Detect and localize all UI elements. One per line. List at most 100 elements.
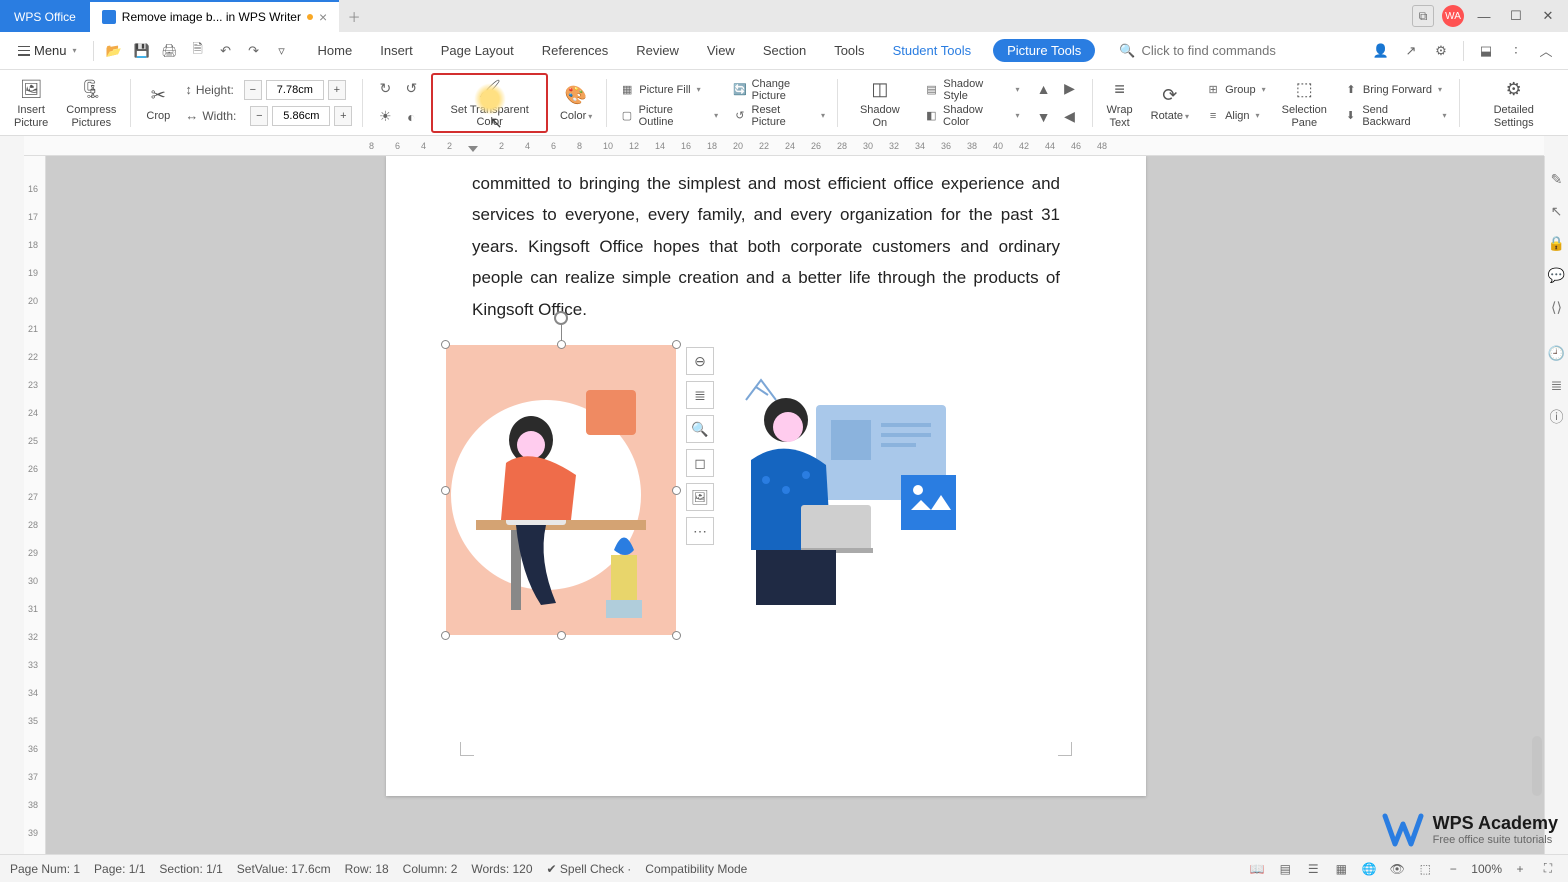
set-transparent-color-button[interactable]: 🖌 Set Transparent Color ↖	[431, 73, 548, 133]
zoom-menu-icon[interactable]: ⛶	[1538, 859, 1558, 879]
web-layout-icon[interactable]: ▦	[1331, 859, 1351, 879]
rotate-left-icon[interactable]: ↺	[401, 79, 421, 99]
tab-picture-tools[interactable]: Picture Tools	[993, 39, 1095, 62]
qa-dropdown-icon[interactable]: ▿	[270, 39, 294, 63]
search-input[interactable]	[1141, 43, 1311, 58]
bring-forward-button[interactable]: ⬆Bring Forward▾	[1343, 79, 1447, 101]
crop-button[interactable]: ✂ Crop	[139, 73, 177, 133]
code-panel-icon[interactable]: ⟨⟩	[1548, 298, 1566, 316]
tab-student-tools[interactable]: Student Tools	[887, 39, 978, 62]
align-button[interactable]: ≡Align▾	[1205, 105, 1266, 127]
help-icon[interactable]: ∶	[1504, 39, 1528, 63]
nav-panel-icon[interactable]: ≣	[1548, 376, 1566, 394]
status-page[interactable]: Page: 1/1	[94, 862, 145, 876]
color-button[interactable]: 🎨 Color▾	[554, 73, 598, 133]
user-avatar[interactable]: WA	[1442, 5, 1464, 27]
outline-view-icon[interactable]: ☰	[1303, 859, 1323, 879]
shadow-on-button[interactable]: ◫ Shadow On	[846, 73, 914, 133]
print-icon[interactable]: 🖨	[158, 39, 182, 63]
picture-outline-button[interactable]: ▢Picture Outline▾	[619, 105, 718, 127]
open-icon[interactable]: 📂	[102, 39, 126, 63]
help-panel-icon[interactable]: ⓘ	[1548, 408, 1566, 426]
tab-view[interactable]: View	[701, 39, 741, 62]
maximize-button[interactable]: ☐	[1504, 4, 1528, 28]
rotate-button[interactable]: ⟳ Rotate▾	[1145, 73, 1195, 133]
document-canvas[interactable]: committed to bringing the simplest and m…	[46, 156, 1544, 854]
edit-panel-icon[interactable]: ✎	[1548, 170, 1566, 188]
resize-handle-s[interactable]	[557, 631, 566, 640]
nudge-up-icon[interactable]: ▲	[1034, 79, 1054, 99]
shadow-color-button[interactable]: ◧Shadow Color▾	[924, 105, 1020, 127]
width-input[interactable]	[272, 106, 330, 126]
window-mode-icon[interactable]: ⧉	[1412, 5, 1434, 27]
new-tab-button[interactable]: ＋	[339, 0, 369, 32]
command-search[interactable]: 🔍	[1119, 43, 1319, 59]
resize-handle-ne[interactable]	[672, 340, 681, 349]
redo-icon[interactable]: ↷	[242, 39, 266, 63]
user-action-icon[interactable]: 👤	[1369, 39, 1393, 63]
status-spellcheck[interactable]: ✔ Spell Check ·	[547, 862, 632, 876]
layout-options-icon[interactable]: ⊖	[686, 347, 714, 375]
select-panel-icon[interactable]: ↖	[1548, 202, 1566, 220]
shadow-style-button[interactable]: ▤Shadow Style▾	[924, 79, 1020, 101]
ribbon-collapse-icon[interactable]: ︿	[1534, 39, 1558, 63]
tab-close-icon[interactable]: ×	[319, 9, 327, 25]
image-1[interactable]	[446, 345, 676, 635]
rotate-right-icon[interactable]: ↻	[375, 79, 395, 99]
resize-handle-e[interactable]	[672, 486, 681, 495]
contrast-icon[interactable]: ◐	[401, 107, 421, 127]
horizontal-ruler[interactable]: 8642246810121416182022242628303234363840…	[24, 136, 1544, 156]
tab-home[interactable]: Home	[312, 39, 359, 62]
menu-button[interactable]: Menu▾	[10, 39, 85, 62]
reading-view-icon[interactable]: 📖	[1247, 859, 1267, 879]
change-picture-button[interactable]: 🔄Change Picture	[732, 79, 825, 101]
reset-picture-button[interactable]: ↺Reset Picture▾	[732, 105, 825, 127]
body-text[interactable]: committed to bringing the simplest and m…	[386, 156, 1146, 335]
app-tab[interactable]: WPS Office	[0, 0, 90, 32]
send-backward-button[interactable]: ⬇Send Backward▾	[1343, 105, 1447, 127]
resize-handle-sw[interactable]	[441, 631, 450, 640]
collapse-icon[interactable]: ⬓	[1474, 39, 1498, 63]
nudge-right-icon[interactable]: ▶	[1060, 79, 1080, 99]
tab-references[interactable]: References	[536, 39, 614, 62]
share-icon[interactable]: ↗	[1399, 39, 1423, 63]
insert-picture-button[interactable]: 🖼 Insert Picture	[8, 73, 54, 133]
status-words[interactable]: Words: 120	[471, 862, 532, 876]
detailed-settings-button[interactable]: ⚙ Detailed Settings	[1468, 73, 1560, 133]
image-2[interactable]	[706, 375, 966, 625]
print-preview-icon[interactable]: 🗎	[186, 39, 210, 63]
status-compat[interactable]: Compatibility Mode	[645, 862, 747, 876]
zoom-level[interactable]: 100%	[1471, 862, 1502, 876]
tab-tools[interactable]: Tools	[828, 39, 870, 62]
nudge-down-icon[interactable]: ▼	[1034, 107, 1054, 127]
tab-insert[interactable]: Insert	[374, 39, 419, 62]
height-input[interactable]	[266, 80, 324, 100]
width-increase[interactable]: +	[334, 106, 352, 126]
fit-icon[interactable]: ⬚	[1415, 859, 1435, 879]
selected-image[interactable]: ⊖ ≣ 🔍 ◻ 🖼 ⋯	[446, 345, 676, 635]
print-layout-icon[interactable]: ▤	[1275, 859, 1295, 879]
group-button[interactable]: ⊞Group▾	[1205, 79, 1266, 101]
tab-page-layout[interactable]: Page Layout	[435, 39, 520, 62]
indent-marker[interactable]	[468, 146, 478, 152]
compress-pictures-button[interactable]: 🗜 Compress Pictures	[60, 73, 122, 133]
vertical-scrollbar[interactable]	[1532, 736, 1542, 796]
width-decrease[interactable]: −	[250, 106, 268, 126]
zoom-out-icon[interactable]: −	[1443, 859, 1463, 879]
height-increase[interactable]: +	[328, 80, 346, 100]
tab-review[interactable]: Review	[630, 39, 685, 62]
settings-icon[interactable]: ⚙	[1429, 39, 1453, 63]
close-window-button[interactable]: ✕	[1536, 4, 1560, 28]
brightness-icon[interactable]: ☀	[375, 107, 395, 127]
comment-panel-icon[interactable]: 💬	[1548, 266, 1566, 284]
document-tab[interactable]: Remove image b... in WPS Writer ×	[90, 0, 339, 32]
minimize-button[interactable]: —	[1472, 4, 1496, 28]
undo-icon[interactable]: ↶	[214, 39, 238, 63]
lock-panel-icon[interactable]: 🔒	[1548, 234, 1566, 252]
height-decrease[interactable]: −	[244, 80, 262, 100]
save-icon[interactable]: 💾	[130, 39, 154, 63]
status-section[interactable]: Section: 1/1	[159, 862, 222, 876]
nudge-left-icon[interactable]: ◀	[1060, 107, 1080, 127]
history-panel-icon[interactable]: 🕘	[1548, 344, 1566, 362]
zoom-in-icon[interactable]: +	[1510, 859, 1530, 879]
